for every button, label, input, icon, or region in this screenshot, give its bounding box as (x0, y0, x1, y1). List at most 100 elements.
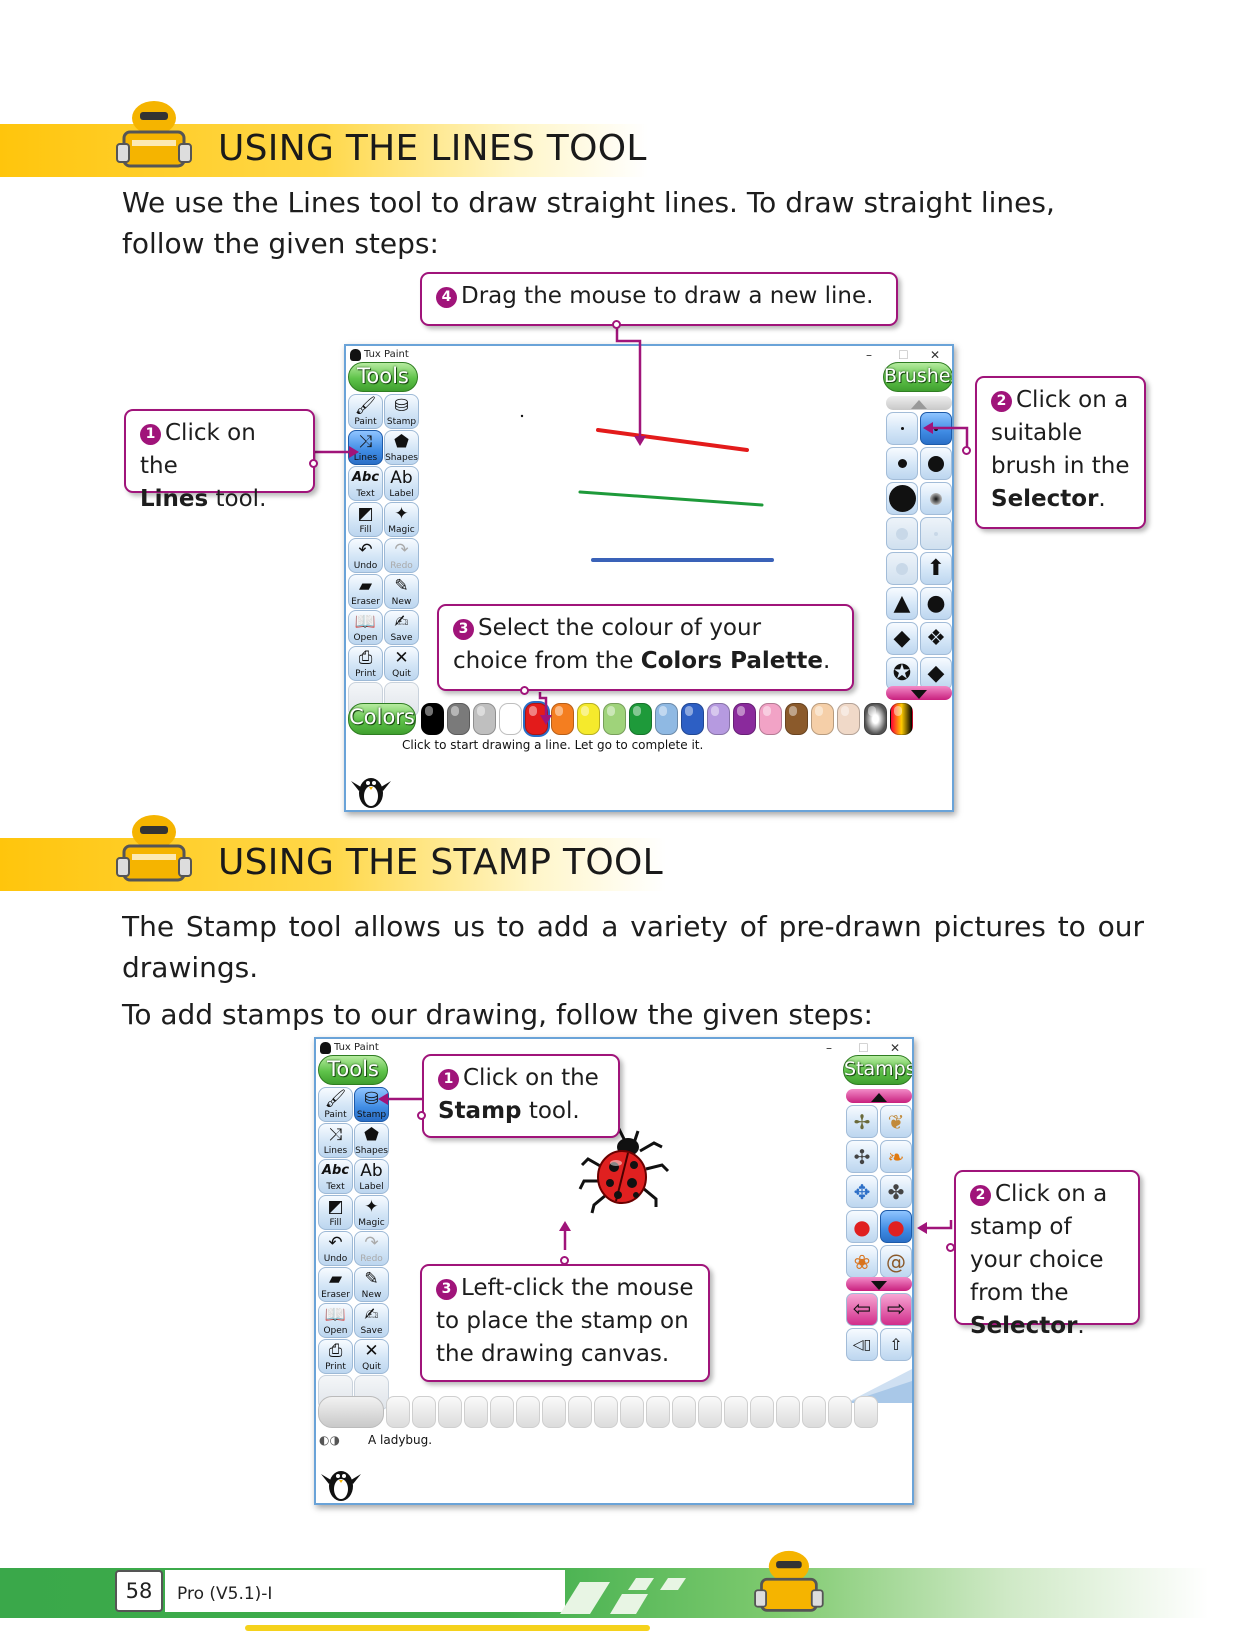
stamp-size-icon[interactable]: ⇧ (880, 1328, 912, 1361)
snail-icon[interactable]: @ (880, 1245, 912, 1278)
mosquito-icon[interactable]: ✣ (846, 1140, 878, 1173)
butterfly-orange-icon[interactable]: ❀ (846, 1245, 878, 1278)
tool-undo-button[interactable]: ↶ Undo (348, 538, 383, 573)
tool-label: Fill (329, 1218, 342, 1228)
callout-pin (417, 1111, 426, 1120)
color-swatch[interactable] (811, 703, 834, 735)
color-swatch[interactable] (837, 703, 860, 735)
flip-right-icon[interactable]: ⇨ (880, 1293, 912, 1326)
tool-label-button[interactable]: Ab Label (354, 1159, 389, 1194)
callout-pin (962, 446, 971, 455)
tool-shapes-button[interactable]: ⬟ Shapes (354, 1123, 389, 1158)
ladybug-icon[interactable]: ● (846, 1210, 878, 1243)
brush-small-selected[interactable] (920, 412, 952, 445)
tool-stamp-button[interactable]: ⛁ Stamp (384, 394, 419, 429)
page-number: 58 (115, 1570, 163, 1612)
brush-fuzzy[interactable] (920, 482, 952, 515)
scroll-down-button[interactable] (846, 1277, 912, 1291)
brush-faded-1[interactable] (886, 517, 918, 550)
tool-open-button[interactable]: 📖 Open (348, 610, 383, 645)
color-swatch[interactable] (759, 703, 782, 735)
rainbow-picker-button[interactable] (890, 703, 913, 735)
color-swatch[interactable] (681, 703, 704, 735)
tool-fill-button[interactable]: ◩ Fill (318, 1195, 353, 1230)
fly-icon[interactable]: ✤ (880, 1175, 912, 1208)
tool-label: Undo (353, 561, 378, 571)
brush-large[interactable] (920, 447, 952, 480)
dragonfly-blue-icon[interactable]: ✥ (846, 1175, 878, 1208)
color-slot-disabled (412, 1396, 436, 1428)
tool-print-button[interactable]: ⎙ Print (318, 1339, 353, 1374)
tool-print-button[interactable]: ⎙ Print (348, 646, 383, 681)
color-swatch[interactable] (603, 703, 626, 735)
status-message: A ladybug. (368, 1433, 433, 1447)
redo-icon: ↷ (364, 1233, 379, 1253)
tool-magic-button[interactable]: ✦ Magic (354, 1195, 389, 1230)
tool-shapes-button[interactable]: ⬟ Shapes (384, 430, 419, 465)
tool-new-button[interactable]: ✎ New (354, 1267, 389, 1302)
color-swatch[interactable] (473, 703, 496, 735)
brush-tiny[interactable] (886, 412, 918, 445)
dragonfly-icon[interactable]: ✢ (846, 1105, 878, 1138)
tool-lines-button[interactable]: ⤨ Lines (318, 1123, 353, 1158)
tool-label-button[interactable]: Ab Label (384, 466, 419, 501)
tool-label: Text (356, 489, 375, 499)
tool-new-button[interactable]: ✎ New (384, 574, 419, 609)
color-swatch[interactable] (785, 703, 808, 735)
color-swatch[interactable] (707, 703, 730, 735)
brush-faded-3[interactable] (886, 552, 918, 585)
tool-paint-button[interactable]: 🖌 Paint (318, 1087, 353, 1122)
color-swatch[interactable] (577, 703, 600, 735)
color-swatch[interactable] (525, 703, 548, 735)
tool-stamp-button[interactable]: ⛁ Stamp (354, 1087, 389, 1122)
tool-eraser-button[interactable]: ▰ Eraser (348, 574, 383, 609)
color-picker-button[interactable] (864, 703, 887, 735)
tool-save-button[interactable]: ✍ Save (384, 610, 419, 645)
tool-magic-button[interactable]: ✦ Magic (384, 502, 419, 537)
tool-label: Save (390, 633, 413, 643)
color-swatch[interactable] (733, 703, 756, 735)
tool-label: Shapes (385, 453, 418, 463)
brush-medium[interactable] (886, 447, 918, 480)
tool-undo-button[interactable]: ↶ Undo (318, 1231, 353, 1266)
color-slot-disabled (698, 1396, 722, 1428)
tool-quit-button[interactable]: ✕ Quit (384, 646, 419, 681)
butterfly-icon[interactable]: ❧ (880, 1140, 912, 1173)
tool-quit-button[interactable]: ✕ Quit (354, 1339, 389, 1374)
scroll-up-button[interactable] (886, 396, 952, 410)
ladybug-icon[interactable]: ● (880, 1210, 912, 1243)
brush-huge[interactable] (886, 482, 918, 515)
eraser-icon: ▰ (328, 1269, 343, 1289)
color-swatch[interactable] (447, 703, 470, 735)
tool-eraser-button[interactable]: ▰ Eraser (318, 1267, 353, 1302)
scroll-up-button[interactable] (846, 1089, 912, 1103)
color-swatch[interactable] (421, 703, 444, 735)
circle-brush-icon[interactable]: ● (920, 587, 952, 620)
rhombus-icon[interactable]: ◆ (886, 622, 918, 655)
scroll-down-button[interactable] (886, 686, 952, 700)
color-swatch[interactable] (655, 703, 678, 735)
arrow-up-icon[interactable]: ⬆ (920, 552, 952, 585)
color-swatch[interactable] (551, 703, 574, 735)
sound-icon[interactable]: ◁▯ (846, 1328, 878, 1361)
brush-faded-2[interactable] (920, 517, 952, 550)
tool-paint-button[interactable]: 🖌 Paint (348, 394, 383, 429)
minimize-button[interactable]: – (826, 1039, 832, 1057)
status-message: Click to start drawing a line. Let go to… (402, 738, 704, 752)
tool-fill-button[interactable]: ◩ Fill (348, 502, 383, 537)
stamp-sound-icons[interactable]: ◐◑ (319, 1433, 340, 1447)
triangle-icon[interactable]: ▲ (886, 587, 918, 620)
color-swatch[interactable] (499, 703, 522, 735)
moth-icon[interactable]: ❦ (880, 1105, 912, 1138)
tool-save-button[interactable]: ✍ Save (354, 1303, 389, 1338)
tool-text-button[interactable]: Abc Text (348, 466, 383, 501)
tool-lines-button[interactable]: ⤨ Lines (348, 430, 383, 465)
square-diamond-icon[interactable]: ❖ (920, 622, 952, 655)
tool-redo-button[interactable]: ↷ Redo (384, 538, 419, 573)
tool-open-button[interactable]: 📖 Open (318, 1303, 353, 1338)
minimize-button[interactable]: – (866, 346, 872, 364)
tool-text-button[interactable]: Abc Text (318, 1159, 353, 1194)
flip-left-icon[interactable]: ⇦ (846, 1293, 878, 1326)
tool-redo-button[interactable]: ↷ Redo (354, 1231, 389, 1266)
color-swatch[interactable] (629, 703, 652, 735)
